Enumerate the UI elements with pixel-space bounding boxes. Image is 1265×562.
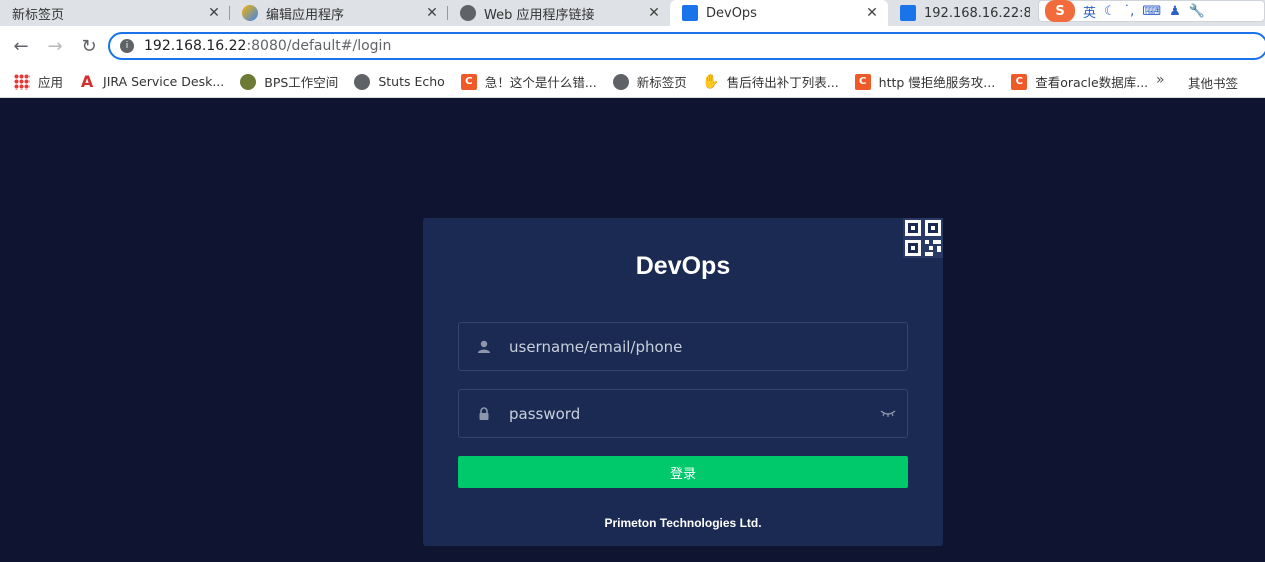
close-icon[interactable]: ✕ [864, 5, 880, 21]
devops-icon [682, 5, 698, 21]
bookmark-csdn-3[interactable]: C 查看oracle数据库... [1011, 72, 1148, 91]
bookmark-label: 售后待出补丁列表... [726, 75, 839, 90]
csdn-icon: C [460, 73, 477, 90]
company-footer: Primeton Technologies Ltd. [604, 516, 762, 530]
browser-toolbar: ← → ↻ i 192.168.16.22:8080/default#/logi… [0, 26, 1265, 66]
bookmark-stuts-echo[interactable]: Stuts Echo [354, 73, 445, 90]
bookmark-label: http 慢拒绝服务攻... [878, 75, 996, 90]
tab-title: 新标签页 [12, 7, 65, 23]
globe-icon [354, 73, 371, 90]
tab-title: 192.168.16.22:8080/ [924, 5, 1030, 21]
login-page: DevOps 登录 Primeton Technologies Ltd. [0, 98, 1265, 562]
bookmark-label: Stuts Echo [378, 74, 445, 89]
tab-title: 编辑应用程序 [266, 7, 345, 23]
bookmark-bps[interactable]: BPS工作空间 [240, 72, 338, 91]
login-button[interactable]: 登录 [458, 456, 908, 488]
site-info-icon[interactable]: i [120, 39, 134, 53]
bookmark-new-tab[interactable]: 新标签页 [612, 72, 687, 91]
other-bookmarks-label: 其他书签 [1188, 76, 1239, 91]
ime-language[interactable]: 英 [1083, 2, 1096, 21]
orange-swirl-icon [242, 5, 258, 21]
url-host: 192.168.16.22 [144, 38, 247, 54]
punctuation-icon[interactable]: ˙, [1124, 4, 1135, 19]
sogou-logo-icon: S [1045, 0, 1075, 22]
globe-icon [460, 5, 476, 21]
bookmark-label: JIRA Service Desk... [103, 74, 225, 89]
bookmark-jira[interactable]: A JIRA Service Desk... [79, 72, 225, 91]
bookmark-label: 急！这个是什么错... [484, 75, 597, 90]
tab-title: Web 应用程序链接 [484, 7, 595, 23]
csdn-icon: C [854, 73, 871, 90]
eye-closed-icon[interactable] [879, 404, 897, 422]
bps-icon [240, 73, 257, 90]
bookmark-csdn-2[interactable]: C http 慢拒绝服务攻... [854, 72, 996, 91]
jira-icon: A [80, 72, 94, 91]
bookmark-label: 新标签页 [636, 75, 687, 90]
bookmark-label: 应用 [38, 75, 64, 90]
close-icon[interactable]: ✕ [424, 5, 440, 21]
lock-icon [459, 406, 509, 421]
close-icon[interactable]: ✕ [206, 5, 222, 21]
address-bar[interactable]: i 192.168.16.22:8080/default#/login [108, 32, 1265, 60]
bookmark-label: 查看oracle数据库... [1035, 75, 1149, 90]
close-icon[interactable]: ✕ [646, 5, 662, 21]
bookmark-csdn-1[interactable]: C 急！这个是什么错... [460, 72, 597, 91]
devops-icon [900, 5, 916, 21]
login-title: DevOps [635, 252, 731, 280]
back-icon[interactable]: ← [8, 33, 34, 59]
tab-ip-address[interactable]: 192.168.16.22:8080/ [888, 0, 1038, 26]
user-icon [459, 340, 509, 354]
tab-new-tab[interactable]: 新标签页 ✕ [0, 0, 230, 26]
tab-title: DevOps [706, 5, 757, 21]
wrench-icon[interactable]: 🔧 [1189, 4, 1205, 19]
bookmarks-bar: 应用 A JIRA Service Desk... BPS工作空间 Stuts … [0, 66, 1265, 98]
url-rest: :8080/default#/login [246, 38, 392, 54]
ime-toolbar[interactable]: S 英 ☾ ˙, ⌨ ♟ 🔧 [1038, 0, 1265, 22]
user-icon[interactable]: ♟ [1169, 4, 1181, 19]
password-field[interactable] [458, 389, 908, 438]
apps-icon [14, 73, 30, 90]
csdn-icon: C [1011, 73, 1028, 90]
forward-icon[interactable]: → [42, 33, 68, 59]
username-input[interactable] [509, 337, 869, 356]
more-bookmarks-icon[interactable]: » [1156, 72, 1165, 88]
bookmark-apps[interactable]: 应用 [14, 72, 63, 91]
keyboard-icon[interactable]: ⌨ [1142, 4, 1161, 19]
tab-devops[interactable]: DevOps ✕ [670, 0, 888, 26]
bookmark-patch-list[interactable]: ✋ 售后待出补丁列表... [702, 72, 839, 91]
globe-icon [612, 73, 629, 90]
address-url[interactable]: 192.168.16.22:8080/default#/login [144, 38, 391, 54]
tab-web-app-link[interactable]: Web 应用程序链接 ✕ [448, 0, 670, 26]
other-bookmarks[interactable]: 其他书签 [1188, 73, 1238, 92]
password-input[interactable] [509, 404, 869, 423]
hand-icon: ✋ [702, 73, 720, 90]
username-field[interactable] [458, 322, 908, 371]
tab-edit-app[interactable]: 编辑应用程序 ✕ [230, 0, 448, 26]
moon-icon[interactable]: ☾ [1104, 4, 1116, 19]
reload-icon[interactable]: ↻ [76, 33, 102, 59]
bookmark-label: BPS工作空间 [264, 75, 339, 90]
login-card: DevOps 登录 Primeton Technologies Ltd. [423, 218, 943, 546]
